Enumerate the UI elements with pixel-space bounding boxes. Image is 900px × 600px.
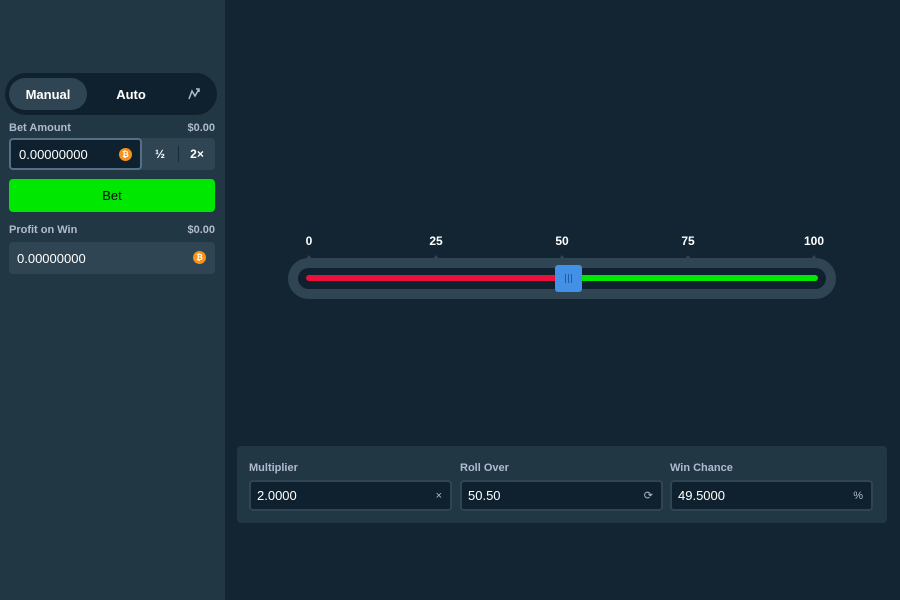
profit-value: 0.00000000 xyxy=(17,250,86,266)
bet-amount-label: Bet Amount xyxy=(9,122,71,134)
tick-label-25: 25 xyxy=(429,234,443,248)
stats-icon[interactable] xyxy=(175,78,213,110)
auto-tab[interactable]: Auto xyxy=(87,78,175,110)
profit-label: Profit on Win xyxy=(9,224,78,236)
tick-label-0: 0 xyxy=(305,234,313,248)
slider-handle[interactable] xyxy=(555,265,582,292)
bet-amount-value: 0.00000000 xyxy=(19,146,88,162)
win-chance-label: Win Chance xyxy=(670,462,733,474)
bet-amount-usd: $0.00 xyxy=(187,122,215,134)
profit-usd: $0.00 xyxy=(187,224,215,236)
mode-toggle: Manual Auto xyxy=(5,73,217,115)
lose-range xyxy=(306,275,566,281)
half-button[interactable]: ½ xyxy=(142,138,178,170)
double-button[interactable]: 2× xyxy=(179,138,215,170)
roll-over-value: 50.50 xyxy=(468,488,501,503)
win-chance-value: 49.5000 xyxy=(678,488,725,503)
roll-over-label: Roll Over xyxy=(460,462,509,474)
bet-button[interactable]: Bet xyxy=(9,179,215,212)
multiplier-label: Multiplier xyxy=(249,462,298,474)
bet-input-group: 0.00000000 ₿ ½ 2× xyxy=(9,138,215,170)
roll-over-input[interactable]: 50.50 ⟳ xyxy=(460,480,663,511)
win-chance-input[interactable]: 49.5000 % xyxy=(670,480,873,511)
game-settings-panel: Multiplier 2.0000 × Roll Over 50.50 ⟳ Wi… xyxy=(237,446,887,523)
bitcoin-icon: ₿ xyxy=(119,148,132,161)
multiplier-input[interactable]: 2.0000 × xyxy=(249,480,452,511)
refresh-icon[interactable]: ⟳ xyxy=(644,489,653,502)
tick-label-50: 50 xyxy=(555,234,569,248)
manual-tab[interactable]: Manual xyxy=(9,78,87,110)
bet-amount-input[interactable]: 0.00000000 ₿ xyxy=(9,138,142,170)
times-icon: × xyxy=(435,489,442,502)
profit-field: 0.00000000 ₿ xyxy=(9,242,215,274)
bitcoin-icon: ₿ xyxy=(193,251,206,264)
win-range xyxy=(566,275,818,281)
percent-icon: % xyxy=(853,489,863,502)
multiplier-value: 2.0000 xyxy=(257,488,297,503)
trend-arrow-icon xyxy=(188,88,200,100)
sidebar: Manual Auto Bet Amount $0.00 0.00000000 … xyxy=(0,0,225,600)
tick-label-75: 75 xyxy=(681,234,695,248)
tick-label-100: 100 xyxy=(803,234,825,248)
